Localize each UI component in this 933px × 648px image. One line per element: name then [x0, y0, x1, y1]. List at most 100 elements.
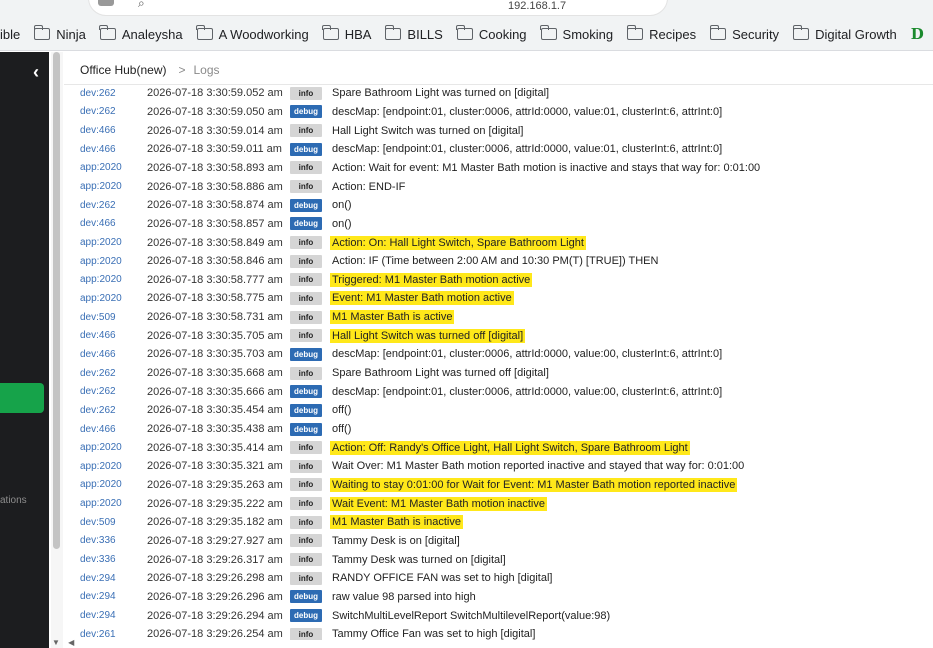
bookmark-label: Security	[732, 26, 780, 42]
log-device-link[interactable]: app:2020	[80, 162, 122, 173]
log-device-link[interactable]: app:2020	[80, 293, 122, 304]
log-level-badge: info	[290, 553, 322, 567]
site-logo-icon: D	[910, 24, 924, 43]
bookmark-item[interactable]: HBA	[315, 18, 378, 50]
log-device-link[interactable]: dev:262	[80, 386, 116, 397]
breadcrumb-hub-link[interactable]: Office Hub(new)	[80, 63, 166, 77]
collapse-sidebar-icon[interactable]: ‹	[33, 62, 39, 83]
log-level-badge: info	[290, 329, 322, 343]
log-timestamp: 2026-07-18 3:29:26.254 am	[147, 628, 283, 640]
bookmark-item[interactable]: ible	[0, 18, 26, 50]
log-level-badge: info	[290, 571, 322, 585]
sidebar-scrollbar[interactable]	[51, 52, 63, 648]
log-timestamp: 2026-07-18 3:30:59.050 am	[147, 105, 283, 118]
bookmark-label: HBA	[344, 26, 372, 42]
log-device-link[interactable]: app:2020	[80, 237, 122, 248]
log-device-link[interactable]: app:2020	[80, 181, 122, 192]
bookmark-item[interactable]: Smoking	[533, 18, 620, 50]
log-device-link[interactable]: app:2020	[80, 479, 122, 490]
log-row: dev:509 2026-07-18 3:30:58.731 am info M1 M…	[64, 308, 933, 327]
log-level-badge: info	[290, 236, 322, 250]
log-row: dev:262 2026-07-18 3:30:35.668 am info Spar…	[64, 364, 933, 383]
log-message: Triggered: M1 Master Bath motion active	[330, 272, 533, 287]
log-timestamp: 2026-07-18 3:29:27.927 am	[147, 534, 283, 547]
bookmark-item[interactable]: Analeysha	[92, 18, 189, 50]
log-device-link[interactable]: app:2020	[80, 256, 122, 267]
log-device-link[interactable]: dev:336	[80, 554, 116, 565]
bookmark-item[interactable]: Security	[702, 18, 785, 50]
bookmark-item[interactable]: Recipes	[619, 18, 702, 50]
scrollbar-thumb[interactable]	[53, 52, 60, 549]
address-bar[interactable]	[88, 0, 668, 16]
log-device-link[interactable]: dev:262	[80, 200, 116, 211]
bookmark-item[interactable]: A Woodworking	[189, 18, 315, 50]
log-device-link[interactable]: dev:294	[80, 573, 116, 584]
log-row: dev:466 2026-07-18 3:30:35.705 am info Hall…	[64, 326, 933, 345]
scroll-left-icon[interactable]: ◀	[68, 638, 74, 647]
chevron-right-icon: >	[178, 63, 186, 77]
log-level-badge: debug	[290, 590, 322, 604]
log-device-link[interactable]: dev:509	[80, 312, 116, 323]
log-device-link[interactable]: dev:509	[80, 517, 116, 528]
log-message: Spare Bathroom Light was turned off [dig…	[332, 367, 549, 380]
log-device-link[interactable]: app:2020	[80, 461, 122, 472]
log-message: descMap: [endpoint:01, cluster:0006, att…	[332, 143, 723, 156]
log-message: SwitchMultiLevelReport SwitchMultilevelR…	[332, 609, 611, 622]
log-row: app:2020 2026-07-18 3:30:35.321 am info Wai…	[64, 457, 933, 476]
bookmark-item[interactable]: BILLS	[377, 18, 448, 50]
log-level-badge: debug	[290, 385, 322, 399]
bookmarks-bar: ible Ninja Analeysha A Woodworking HBA BILLS C…	[0, 18, 933, 51]
log-device-link[interactable]: dev:261	[80, 629, 116, 640]
log-device-link[interactable]: app:2020	[80, 498, 122, 509]
log-device-link[interactable]: dev:336	[80, 535, 116, 546]
log-timestamp: 2026-07-18 3:30:58.849 am	[147, 236, 283, 249]
log-device-link[interactable]: dev:466	[80, 125, 116, 136]
log-level-badge: info	[290, 534, 322, 548]
log-level-badge: debug	[290, 198, 322, 212]
log-level-badge: debug	[290, 347, 322, 361]
scroll-arrows[interactable]: ▼ ◀	[52, 638, 80, 647]
bookmark-item[interactable]: Ninja	[26, 18, 92, 50]
log-list[interactable]: dev:262 2026-07-18 3:30:59.052 am info Spar…	[64, 85, 933, 640]
log-device-link[interactable]: dev:466	[80, 218, 116, 229]
folder-icon	[99, 25, 116, 40]
log-message: Tammy Desk was turned on [digital]	[332, 553, 506, 566]
log-message: Wait Over: M1 Master Bath motion reporte…	[332, 460, 745, 473]
log-device-link[interactable]: dev:466	[80, 330, 116, 341]
bookmark-item[interactable]: Cooking	[449, 18, 533, 50]
log-device-link[interactable]: dev:262	[80, 405, 116, 416]
log-device-link[interactable]: dev:294	[80, 591, 116, 602]
log-device-link[interactable]: app:2020	[80, 442, 122, 453]
log-row: dev:262 2026-07-18 3:30:59.052 am info Spar…	[64, 85, 933, 103]
log-timestamp: 2026-07-18 3:30:59.011 am	[147, 143, 282, 156]
log-row: dev:294 2026-07-18 3:29:26.294 am debug Swi…	[64, 606, 933, 625]
log-timestamp: 2026-07-18 3:30:58.857 am	[147, 217, 283, 230]
log-device-link[interactable]: dev:294	[80, 610, 116, 621]
bookmark-item[interactable]: Digital Growth	[785, 18, 903, 50]
log-message: Action: Wait for event: M1 Master Bath m…	[332, 161, 761, 174]
log-timestamp: 2026-07-18 3:30:58.775 am	[147, 292, 283, 305]
log-row: app:2020 2026-07-18 3:30:58.777 am info Tri…	[64, 271, 933, 290]
log-message: descMap: [endpoint:01, cluster:0006, att…	[332, 105, 723, 118]
log-level-badge: info	[290, 441, 322, 455]
log-device-link[interactable]: dev:262	[80, 88, 116, 99]
browser-toolbar: ⌕ 192.168.1.7	[0, 0, 933, 18]
log-timestamp: 2026-07-18 3:30:35.666 am	[147, 385, 283, 398]
log-device-link[interactable]: dev:466	[80, 144, 116, 155]
log-timestamp: 2026-07-18 3:30:58.731 am	[147, 311, 283, 324]
log-message: M1 Master Bath is inactive	[330, 515, 463, 530]
log-device-link[interactable]: dev:466	[80, 424, 116, 435]
sidebar-item-label[interactable]: ations	[0, 495, 27, 506]
bookmark-item[interactable]: DDan-O's Seas	[903, 18, 933, 50]
log-device-link[interactable]: dev:262	[80, 368, 116, 379]
log-level-badge: info	[290, 478, 322, 492]
log-device-link[interactable]: dev:262	[80, 106, 116, 117]
log-message: Waiting to stay 0:01:00 for Wait for Eve…	[330, 477, 738, 492]
log-device-link[interactable]: app:2020	[80, 274, 122, 285]
sidebar-active-item[interactable]	[0, 383, 44, 413]
log-level-badge: info	[290, 180, 322, 194]
scroll-down-icon[interactable]: ▼	[52, 638, 60, 647]
extension-icon[interactable]	[98, 0, 114, 6]
log-device-link[interactable]: dev:466	[80, 349, 116, 360]
log-message: Hall Light Switch was turned off [digita…	[330, 328, 526, 343]
